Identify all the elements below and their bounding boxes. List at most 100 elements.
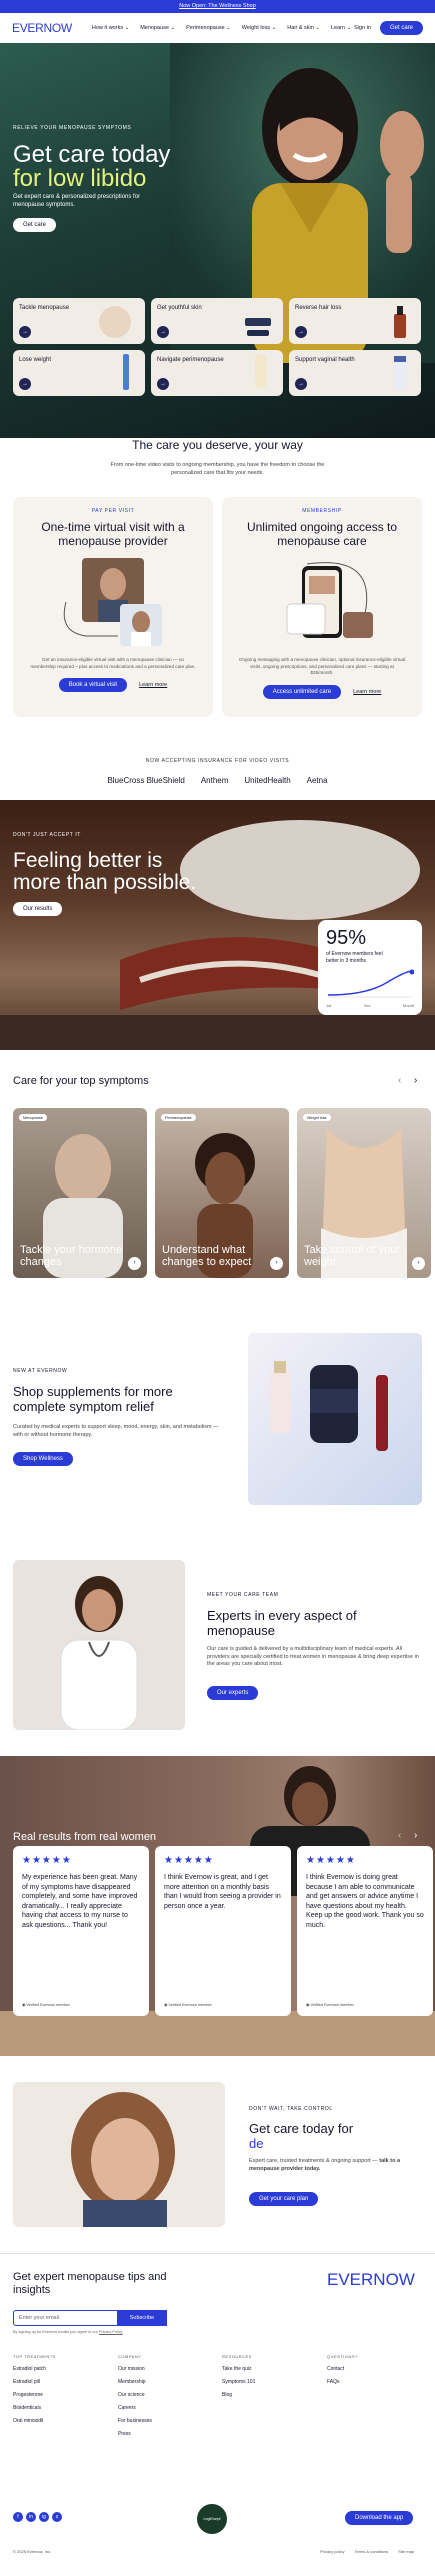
nav-item-menopause[interactable]: Menopause ⌄ bbox=[140, 25, 175, 31]
stat-axis: 1st 2nd Month bbox=[326, 1003, 414, 1008]
our-experts-button[interactable]: Our experts bbox=[207, 1686, 259, 1700]
footer-col-heading: COMPANY bbox=[118, 2354, 142, 2359]
care-title: The care you deserve, your way bbox=[132, 438, 303, 452]
sign-in-link[interactable]: Sign in bbox=[354, 25, 371, 31]
nav-item-learn[interactable]: Learn ⌄ bbox=[331, 25, 351, 31]
linkedin-icon[interactable]: in bbox=[26, 2512, 36, 2522]
nav-label: Learn bbox=[330, 25, 346, 31]
stat-axis-label: Month bbox=[402, 1003, 414, 1008]
membership-illustration bbox=[286, 562, 373, 638]
hero-section: RELIEVE YOUR MENOPAUSE SYMPTOMS Get care… bbox=[0, 43, 435, 438]
nav-label: How it works bbox=[91, 25, 124, 31]
learn-more-link[interactable]: Learn more bbox=[139, 682, 167, 688]
care-card-title: Unlimited ongoing access to menopause ca… bbox=[246, 520, 398, 548]
care-card-title: One-time virtual visit with a menopause … bbox=[41, 520, 185, 548]
nav-item-hair-skin[interactable]: Hair & skin ⌄ bbox=[287, 25, 320, 31]
legitscript-badge[interactable]: LegitScript bbox=[197, 2504, 227, 2534]
cta-title-line2: de bbox=[249, 2136, 264, 2151]
carousel-next-icon[interactable]: › bbox=[414, 1075, 417, 1086]
footer-link[interactable]: Progesterone bbox=[13, 2389, 56, 2402]
symptom-tag: Menopause bbox=[19, 1114, 47, 1121]
symptom-card-perimenopause[interactable]: Perimenopause Understand what changes to… bbox=[155, 1108, 289, 1278]
treatment-card-vaginal-health[interactable]: Support vaginal health → bbox=[289, 350, 421, 396]
footer-logo[interactable]: EVERNOW bbox=[327, 2270, 415, 2290]
cta-title-line1: Get care today for bbox=[249, 2121, 354, 2136]
hero-subtitle: Get expert care & personalized prescript… bbox=[13, 194, 141, 208]
symptom-card-hormones[interactable]: Menopause Tackle your hormone changes › bbox=[13, 1108, 147, 1278]
serum-bottle-image bbox=[394, 306, 406, 338]
treatment-card-weight[interactable]: Lose weight → bbox=[13, 350, 145, 396]
subscribe-button[interactable]: Subscribe bbox=[117, 2310, 167, 2326]
symptom-card-weight[interactable]: Weight loss Take control of your weight … bbox=[297, 1108, 431, 1278]
treatment-cards-row-2: Lose weight → Navigate perimenopause → S… bbox=[13, 350, 421, 396]
video-visit-illustration bbox=[63, 558, 162, 646]
footer-link[interactable]: Our science bbox=[118, 2389, 152, 2402]
review-verified: ◉ Verified Evernow member bbox=[164, 2002, 212, 2007]
footer-link[interactable]: Blog bbox=[222, 2389, 255, 2402]
footer-link[interactable]: Careers bbox=[118, 2402, 152, 2415]
arrow-right-icon: → bbox=[295, 378, 307, 390]
treatment-cards-row-1: Tackle menopause → Get youthful skin → R… bbox=[13, 298, 421, 344]
footer-link[interactable]: Contact bbox=[327, 2363, 358, 2376]
footer-link[interactable]: Take the quiz bbox=[222, 2363, 255, 2376]
footer-link[interactable]: Estradiol patch bbox=[13, 2363, 56, 2376]
book-visit-button[interactable]: Book a virtual visit bbox=[58, 678, 128, 692]
insurer-logo-aetna: Aetna bbox=[306, 776, 328, 785]
instagram-icon[interactable]: ig bbox=[39, 2512, 49, 2522]
footer-link[interactable]: Symptoms 101 bbox=[222, 2376, 255, 2389]
injection-pen-image bbox=[123, 354, 129, 390]
nav-item-weight-loss[interactable]: Weight loss ⌄ bbox=[242, 25, 276, 31]
fine-print-text: By signing up for Evernow emails you agr… bbox=[13, 2330, 98, 2334]
footer-link[interactable]: Estradiol pill bbox=[13, 2376, 56, 2389]
nav-item-how-it-works[interactable]: How it works ⌄ bbox=[92, 25, 129, 31]
download-app-label: Download the app bbox=[355, 2515, 404, 2521]
hero-get-care-button[interactable]: Get care bbox=[13, 218, 57, 232]
footer-col-heading: TOP TREATMENTS bbox=[13, 2354, 56, 2359]
verified-label: Verified Evernow member bbox=[26, 2003, 70, 2007]
arrow-right-icon: → bbox=[19, 378, 31, 390]
footer-link[interactable]: Oral minoxidil bbox=[13, 2415, 56, 2428]
treatment-card-label: Navigate perimenopause bbox=[157, 357, 224, 363]
facebook-icon[interactable]: f bbox=[13, 2512, 23, 2522]
care-card-pay-per-visit: PAY PER VISIT One-time virtual visit wit… bbox=[13, 497, 213, 717]
carousel-prev-icon[interactable]: ‹ bbox=[398, 1075, 401, 1086]
our-results-button[interactable]: Our results bbox=[13, 902, 63, 916]
review-verified: ◉ Verified Evernow member bbox=[22, 2002, 70, 2007]
access-care-button[interactable]: Access unlimited care bbox=[262, 684, 342, 699]
sitemap-link[interactable]: Site map bbox=[398, 2549, 414, 2554]
treatment-card-hair[interactable]: Reverse hair loss → bbox=[289, 298, 421, 344]
treatment-card-perimenopause[interactable]: Navigate perimenopause → bbox=[151, 350, 283, 396]
shop-wellness-button[interactable]: Shop Wellness bbox=[13, 1452, 73, 1466]
carousel-prev-icon[interactable]: ‹ bbox=[398, 1830, 401, 1841]
results-title-line1: Feeling better is bbox=[13, 849, 163, 872]
promo-banner[interactable]: Now Open: The Wellness Shop bbox=[0, 0, 435, 13]
page: Now Open: The Wellness Shop EVERNOW How … bbox=[0, 0, 435, 2560]
get-care-button[interactable]: Get care bbox=[379, 21, 423, 35]
logo[interactable]: EVERNOW bbox=[12, 21, 72, 35]
footer-link[interactable]: Membership bbox=[118, 2376, 152, 2389]
terms-link[interactable]: Terms & conditions bbox=[354, 2549, 388, 2554]
footer-col-questions: QUESTIONS? Contact FAQs bbox=[327, 2350, 358, 2389]
carousel-next-icon[interactable]: › bbox=[414, 1830, 417, 1841]
stat-value: 95% bbox=[326, 927, 367, 949]
x-icon[interactable]: x bbox=[52, 2512, 62, 2522]
care-plan-button[interactable]: Get your care plan bbox=[249, 2192, 319, 2206]
footer-link[interactable]: Press bbox=[118, 2428, 152, 2441]
privacy-policy-link[interactable]: Privacy Policy bbox=[99, 2330, 123, 2334]
learn-more-link[interactable]: Learn more bbox=[353, 689, 381, 695]
check-circle-icon: ◉ bbox=[306, 2003, 310, 2007]
footer-link[interactable]: For businesses bbox=[118, 2415, 152, 2428]
footer-link[interactable]: FAQs bbox=[327, 2376, 358, 2389]
privacy-policy-link[interactable]: Privacy policy bbox=[320, 2549, 344, 2554]
treatment-card-menopause[interactable]: Tackle menopause → bbox=[13, 298, 145, 344]
footer-link[interactable]: Bioidenticals bbox=[13, 2402, 56, 2415]
results-stat-card: 95% of Evernow members feel better in 3 … bbox=[318, 920, 422, 1015]
nav-label: Weight loss bbox=[241, 25, 271, 31]
symptoms-title: Care for your top symptoms bbox=[13, 1075, 149, 1087]
nav-item-perimenopause[interactable]: Perimenopause ⌄ bbox=[186, 25, 231, 31]
cta-desc: Expert care, trusted treatments & ongoin… bbox=[249, 2158, 419, 2173]
stat-axis-label: 1st bbox=[326, 1003, 332, 1008]
download-app-button[interactable]: Download the app bbox=[345, 2511, 414, 2525]
footer-link[interactable]: Our mission bbox=[118, 2363, 152, 2376]
treatment-card-skin[interactable]: Get youthful skin → bbox=[151, 298, 283, 344]
